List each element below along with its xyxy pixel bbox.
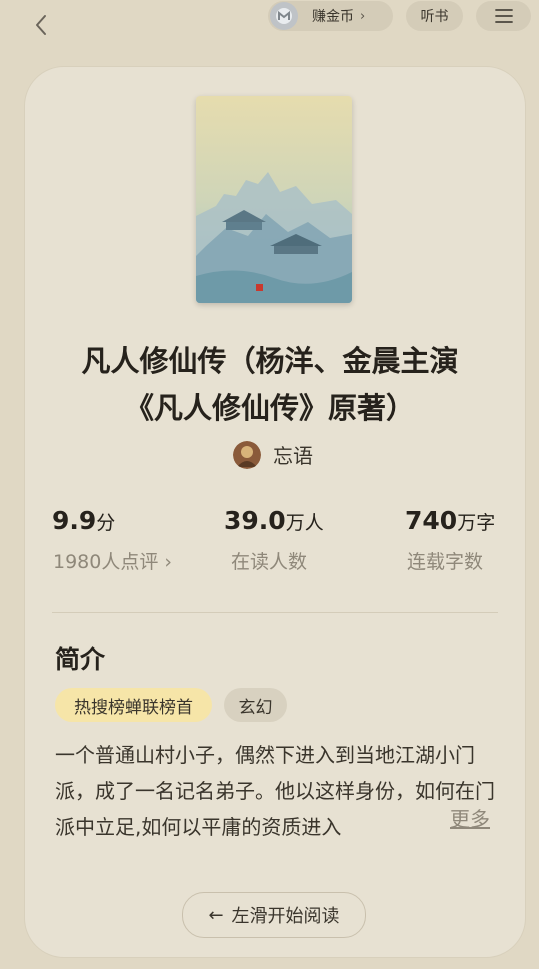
earn-coins-button[interactable]: 赚金币 ›: [268, 1, 393, 31]
author-row[interactable]: 忘语: [233, 440, 313, 469]
rating-stat[interactable]: 9.9分 1980人点评 ›: [52, 506, 172, 573]
coin-icon: [270, 2, 298, 30]
readers-stat: 39.0万人 在读人数: [224, 506, 324, 573]
divider: [52, 612, 498, 613]
words-unit: 万字: [457, 512, 496, 534]
intro-fade: [380, 800, 450, 840]
book-cover[interactable]: [196, 96, 352, 303]
top-bar: 赚金币 › 听书: [0, 0, 539, 52]
readers-unit: 万人: [285, 512, 324, 534]
readers-label: 在读人数: [231, 551, 308, 573]
start-reading-label: 左滑开始阅读: [231, 906, 340, 927]
chevron-right-icon: ›: [360, 8, 366, 24]
earn-coins-label: 赚金币: [312, 9, 354, 25]
arrow-left-icon: ←: [208, 904, 224, 926]
book-title: 凡人修仙传（杨洋、金晨主演《凡人修仙传》原著）: [81, 344, 459, 425]
menu-button[interactable]: [476, 1, 531, 31]
words-value: 740: [405, 506, 458, 535]
intro-heading: 简介: [55, 645, 106, 674]
tag-genre[interactable]: 玄幻: [224, 688, 287, 722]
chevron-left-icon: [36, 15, 46, 35]
back-button[interactable]: [28, 12, 54, 38]
more-link[interactable]: 更多: [450, 803, 490, 832]
rating-unit: 分: [96, 512, 116, 534]
rating-value: 9.9: [52, 506, 97, 535]
author-avatar: [233, 440, 261, 469]
tag-hot-search[interactable]: 热搜榜蝉联榜首: [55, 688, 212, 722]
hamburger-menu-icon: [494, 9, 513, 23]
listen-label: 听书: [420, 9, 449, 25]
words-label: 连载字数: [407, 551, 484, 573]
author-name: 忘语: [273, 444, 313, 468]
readers-value: 39.0: [224, 506, 286, 535]
listen-book-button[interactable]: 听书: [406, 1, 463, 31]
start-reading-button[interactable]: ← 左滑开始阅读: [182, 892, 366, 938]
words-stat: 740万字 连载字数: [405, 506, 496, 573]
rating-count: 1980人点评 ›: [53, 551, 172, 573]
